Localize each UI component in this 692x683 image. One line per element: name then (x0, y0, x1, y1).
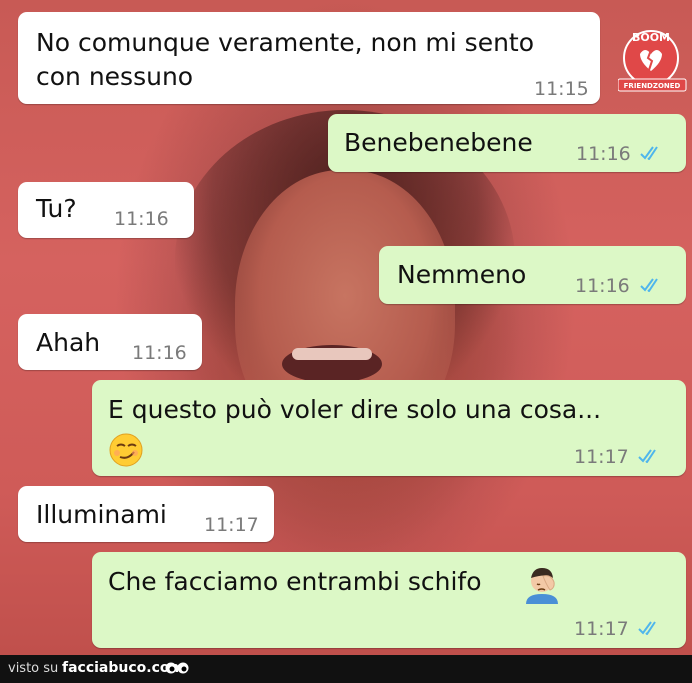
message-text-line2: con nessuno (36, 62, 194, 91)
read-ticks-icon (638, 621, 656, 635)
message-bubble-outgoing[interactable]: Benebenebene 11:16 (328, 114, 686, 172)
logo-top-text: BOOM (632, 31, 670, 44)
message-bubble-incoming[interactable]: Tu? 11:16 (18, 182, 194, 238)
chat-background: BOOM FRIENDZONED No comunque veramente, … (0, 0, 692, 655)
message-bubble-outgoing[interactable]: Nemmeno 11:16 (379, 246, 686, 304)
message-bubble-outgoing[interactable]: Che facciamo entrambi schifo 11:17 (92, 552, 686, 648)
message-text: Che facciamo entrambi schifo (108, 567, 482, 596)
message-bubble-outgoing[interactable]: E questo può voler dire solo una cosa...… (92, 380, 686, 476)
message-bubble-incoming[interactable]: Illuminami 11:17 (18, 486, 274, 542)
read-ticks-icon (640, 278, 658, 292)
message-text: Nemmeno (397, 260, 527, 289)
message-time: 11:17 (204, 514, 259, 536)
message-time: 11:16 (575, 275, 630, 297)
message-bubble-incoming[interactable]: Ahah 11:16 (18, 314, 202, 370)
message-time: 11:17 (574, 618, 629, 640)
man-facepalming-icon (526, 568, 558, 604)
message-text: Tu? (36, 194, 77, 223)
read-ticks-icon (640, 146, 658, 160)
eyes-icon (165, 662, 189, 674)
logo-bottom-text: FRIENDZONED (624, 82, 681, 90)
footer-prefix: visto su (8, 661, 59, 676)
smirking-face-icon (109, 433, 143, 467)
message-time: 11:17 (574, 446, 629, 468)
message-time: 11:16 (132, 342, 187, 364)
message-text: Ahah (36, 328, 101, 357)
message-text: Benebenebene (344, 128, 533, 157)
message-text: No comunque veramente, non mi sento (36, 28, 535, 57)
message-time: 11:16 (576, 143, 631, 165)
background-photo-teeth (292, 348, 372, 360)
boom-friendzoned-logo: BOOM FRIENDZONED (618, 30, 687, 92)
read-ticks-icon (638, 449, 656, 463)
message-text: E questo può voler dire solo una cosa... (108, 395, 602, 424)
message-time: 11:15 (534, 78, 589, 100)
message-time: 11:16 (114, 208, 169, 230)
message-text: Illuminami (36, 500, 167, 529)
site-footer: visto su facciabuco.com (0, 655, 692, 683)
message-bubble-incoming[interactable]: No comunque veramente, non mi sento con … (18, 12, 600, 104)
